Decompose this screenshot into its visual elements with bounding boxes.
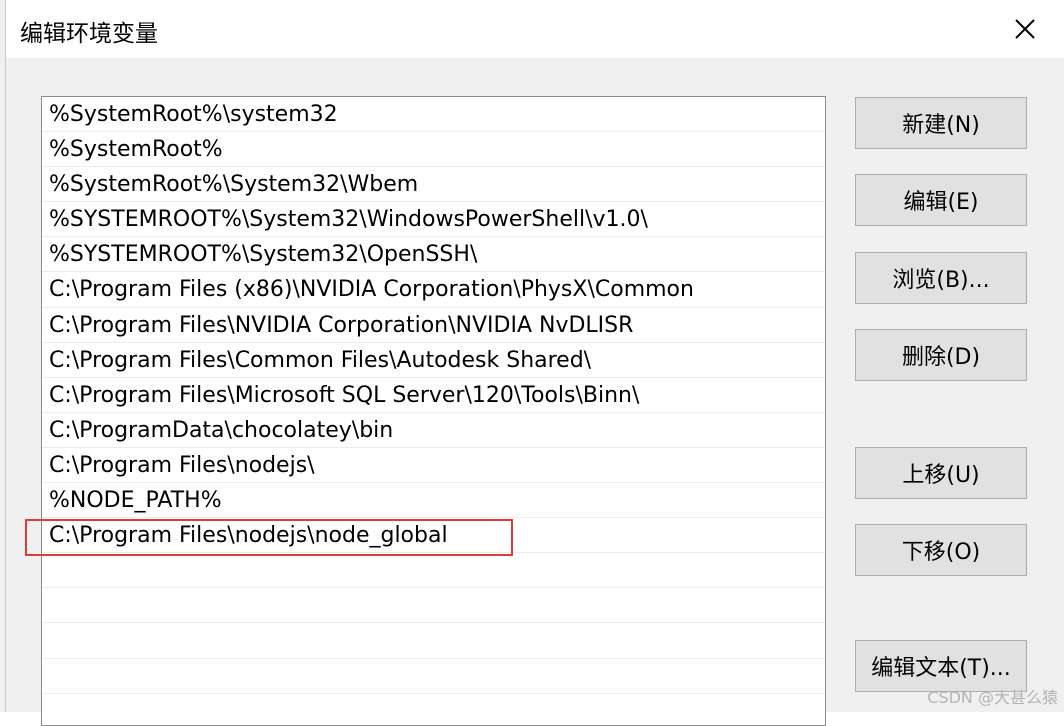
edit-env-var-dialog: 编辑环境变量 %SystemRoot%\system32 %SystemRoot…	[6, 0, 1064, 726]
dialog-title: 编辑环境变量	[20, 21, 158, 47]
browse-button[interactable]: 浏览(B)...	[855, 252, 1027, 304]
path-list-item-highlighted[interactable]: C:\Program Files\nodejs\node_global	[42, 518, 825, 554]
path-list-item[interactable]: C:\Program Files (x86)\NVIDIA Corporatio…	[42, 272, 825, 308]
edit-button[interactable]: 编辑(E)	[855, 174, 1027, 226]
path-list-item[interactable]: %SYSTEMROOT%\System32\OpenSSH\	[42, 237, 825, 273]
path-list-item[interactable]: %SystemRoot%	[42, 132, 825, 168]
path-list-item[interactable]: C:\Program Files\Microsoft SQL Server\12…	[42, 378, 825, 413]
path-list-item-empty[interactable]	[42, 694, 825, 725]
delete-button[interactable]: 删除(D)	[855, 329, 1027, 381]
path-list-item-empty[interactable]	[42, 588, 825, 624]
path-list-item-empty[interactable]	[42, 623, 825, 659]
path-list-item[interactable]: %SYSTEMROOT%\System32\WindowsPowerShell\…	[42, 202, 825, 238]
path-list-item[interactable]: C:\Program Files\Common Files\Autodesk S…	[42, 343, 825, 378]
path-list-item[interactable]: %SystemRoot%\system32	[42, 97, 825, 133]
path-list[interactable]: %SystemRoot%\system32 %SystemRoot% %Syst…	[41, 96, 826, 726]
path-list-item[interactable]: %NODE_PATH%	[42, 483, 825, 519]
path-list-item[interactable]: C:\Program Files\nodejs\	[42, 448, 825, 484]
path-list-item-empty[interactable]	[42, 659, 825, 694]
path-list-item[interactable]: C:\Program Files\NVIDIA Corporation\NVID…	[42, 308, 825, 343]
new-button[interactable]: 新建(N)	[855, 97, 1027, 149]
title-bar: 编辑环境变量	[6, 0, 1064, 58]
close-button[interactable]	[986, 0, 1064, 58]
close-icon	[1015, 19, 1035, 39]
move-up-button[interactable]: 上移(U)	[855, 447, 1027, 499]
path-list-item[interactable]: C:\ProgramData\chocolatey\bin	[42, 413, 825, 448]
path-list-item-empty[interactable]	[42, 553, 825, 589]
move-down-button[interactable]: 下移(O)	[855, 524, 1027, 576]
path-list-item[interactable]: %SystemRoot%\System32\Wbem	[42, 167, 825, 203]
watermark: CSDN @大甚么猿	[927, 688, 1058, 707]
